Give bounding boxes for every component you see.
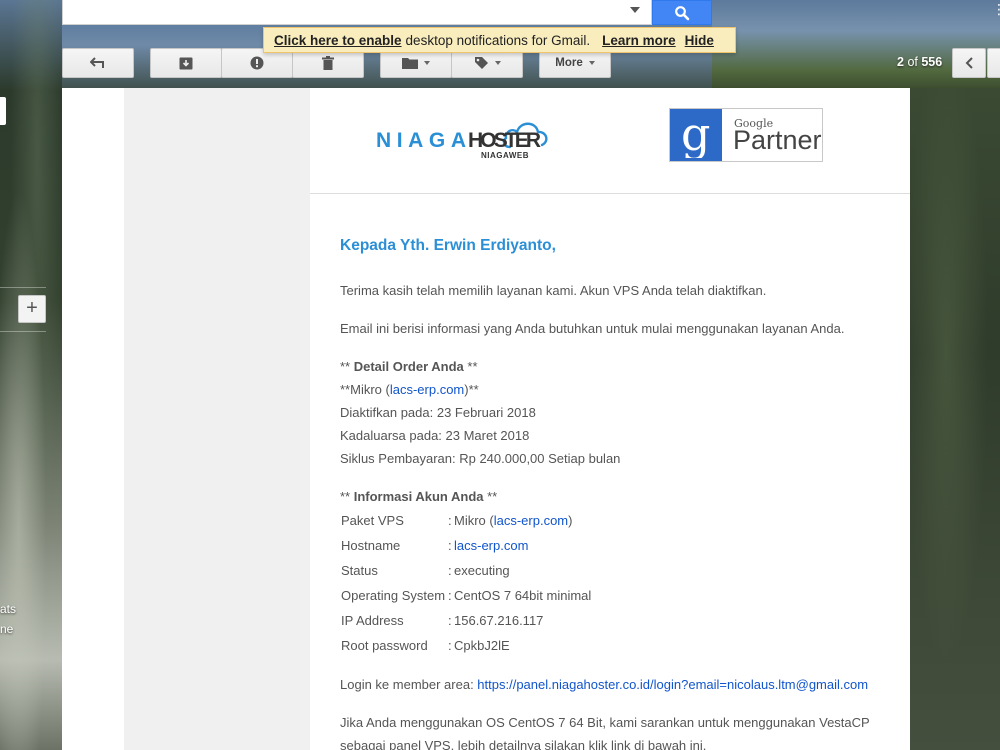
overflow-menu-icon[interactable]: ⋮: [992, 2, 1000, 16]
hide-notification-link[interactable]: Hide: [685, 33, 714, 48]
move-to-caret-icon: [424, 61, 430, 65]
sidebar-text-fragment: ne: [0, 622, 14, 636]
svg-text:g: g: [681, 112, 710, 158]
order-heading-prefix: **: [340, 359, 354, 374]
older-button[interactable]: [987, 48, 1000, 78]
labels-caret-icon: [494, 61, 501, 65]
niagahoster-logo: NIAGA HOSTER NIAGAWEB: [376, 113, 561, 163]
background-right: [910, 88, 1000, 750]
spam-icon: [250, 56, 264, 70]
order-heading: ** Detail Order Anda **: [340, 359, 478, 374]
order-domain-link[interactable]: lacs-erp.com: [390, 382, 464, 397]
search-options-caret-icon[interactable]: [630, 7, 640, 13]
account-row-sep: :: [448, 563, 452, 578]
account-row-value: 156.67.216.117: [454, 613, 544, 628]
notification-message: desktop notifications for Gmail.: [405, 32, 591, 48]
chevron-left-icon: [965, 57, 973, 69]
account-heading-suffix: **: [483, 489, 498, 504]
email-intro-1: Terima kasih telah memilih layanan kami.…: [340, 283, 767, 298]
account-row-value: executing: [454, 563, 510, 578]
pager-count: 2 of 556: [897, 55, 942, 69]
order-line-1: **Mikro (lacs-erp.com)**: [340, 382, 479, 397]
pager-current: 2: [897, 55, 904, 69]
niagahoster-logo-graphic: NIAGA HOSTER NIAGAWEB: [376, 122, 548, 160]
folder-icon: [402, 58, 418, 69]
pager-total: 556: [921, 55, 943, 69]
account-row-key: Hostname: [341, 538, 401, 553]
order-line-2: Diaktifkan pada: 23 Februari 2018: [340, 405, 536, 420]
account-row-key: Operating System: [341, 588, 446, 603]
archive-button[interactable]: [150, 48, 222, 78]
message-gutter: [62, 88, 124, 750]
paket-value-prefix: Mikro (: [454, 513, 494, 528]
email-greeting: Kepada Yth. Erwin Erdiyanto,: [340, 237, 556, 254]
vesta-line-2: sebagai panel VPS, lebih detailnya silak…: [340, 738, 707, 750]
account-heading: ** Informasi Akun Anda **: [340, 489, 497, 504]
search-input[interactable]: [62, 0, 652, 25]
more-caret-icon: [588, 61, 595, 65]
enable-notifications-link[interactable]: Click here to enable: [274, 33, 402, 48]
newer-button[interactable]: [952, 48, 986, 78]
google-g-icon: g: [670, 109, 722, 161]
order-line-1-suffix: )**: [464, 382, 479, 397]
logo-brand-text: NIAGA: [376, 129, 466, 152]
account-row-sep: :: [448, 613, 452, 628]
desktop-notification-bar: Click here to enable desktop notificatio…: [263, 27, 736, 53]
back-button[interactable]: [62, 48, 134, 78]
trash-icon: [322, 56, 334, 70]
search-icon: [675, 5, 690, 20]
account-row-value: CentOS 7 64bit minimal: [454, 588, 592, 603]
archive-icon: [179, 57, 193, 69]
account-heading-prefix: **: [340, 489, 354, 504]
sidebar-text-fragment: ats: [0, 602, 17, 616]
back-arrow-icon: [90, 57, 104, 68]
order-heading-text: Detail Order Anda: [353, 359, 464, 374]
account-row-sep: :: [448, 513, 452, 528]
account-row-sep: :: [448, 588, 452, 603]
account-row-key: Root password: [341, 638, 428, 653]
logo-sub-text: NIAGAWEB: [481, 151, 529, 160]
google-partner-badge: g Google Partner: [669, 108, 823, 162]
account-row-key: Paket VPS: [341, 513, 404, 528]
account-heading-text: Informasi Akun Anda: [353, 489, 484, 504]
account-row-key: IP Address: [341, 613, 404, 628]
account-row-value: Mikro (lacs-erp.com): [454, 513, 572, 528]
account-row-sep: :: [448, 538, 452, 553]
background-left: [0, 0, 62, 750]
account-row-key: Status: [341, 563, 378, 578]
account-row-sep: :: [448, 638, 452, 653]
left-panel-tab[interactable]: [0, 97, 6, 125]
logo-brand-text-dark: HOSTER: [468, 129, 541, 152]
vesta-line-1: Jika Anda menggunakan OS CentOS 7 64 Bit…: [340, 715, 870, 730]
google-partner-partner-text: Partner: [733, 125, 822, 155]
hostname-link[interactable]: lacs-erp.com: [454, 538, 528, 553]
add-button[interactable]: +: [18, 295, 46, 323]
search-button[interactable]: [652, 0, 712, 25]
sidebar-divider: [0, 331, 46, 332]
paket-domain-link[interactable]: lacs-erp.com: [494, 513, 568, 528]
order-heading-suffix: **: [463, 359, 478, 374]
order-line-3: Kadaluarsa pada: 23 Maret 2018: [340, 428, 530, 443]
order-line-4: Siklus Pembayaran: Rp 240.000,00 Setiap …: [340, 451, 621, 466]
email-intro-2: Email ini berisi informasi yang Anda but…: [340, 321, 845, 336]
login-line: Login ke member area: https://panel.niag…: [340, 677, 868, 692]
more-label: More: [555, 57, 583, 69]
label-tag-icon: [474, 56, 488, 69]
paket-value-suffix: ): [568, 513, 573, 528]
account-row-value: CpkbJ2lE: [454, 638, 510, 653]
sidebar-divider: [0, 287, 46, 288]
member-area-link[interactable]: https://panel.niagahoster.co.id/login?em…: [477, 677, 868, 692]
learn-more-link[interactable]: Learn more: [602, 33, 676, 48]
order-line-1-prefix: **Mikro (: [340, 382, 390, 397]
login-label: Login ke member area:: [340, 677, 478, 692]
pager-of: of: [907, 55, 918, 69]
